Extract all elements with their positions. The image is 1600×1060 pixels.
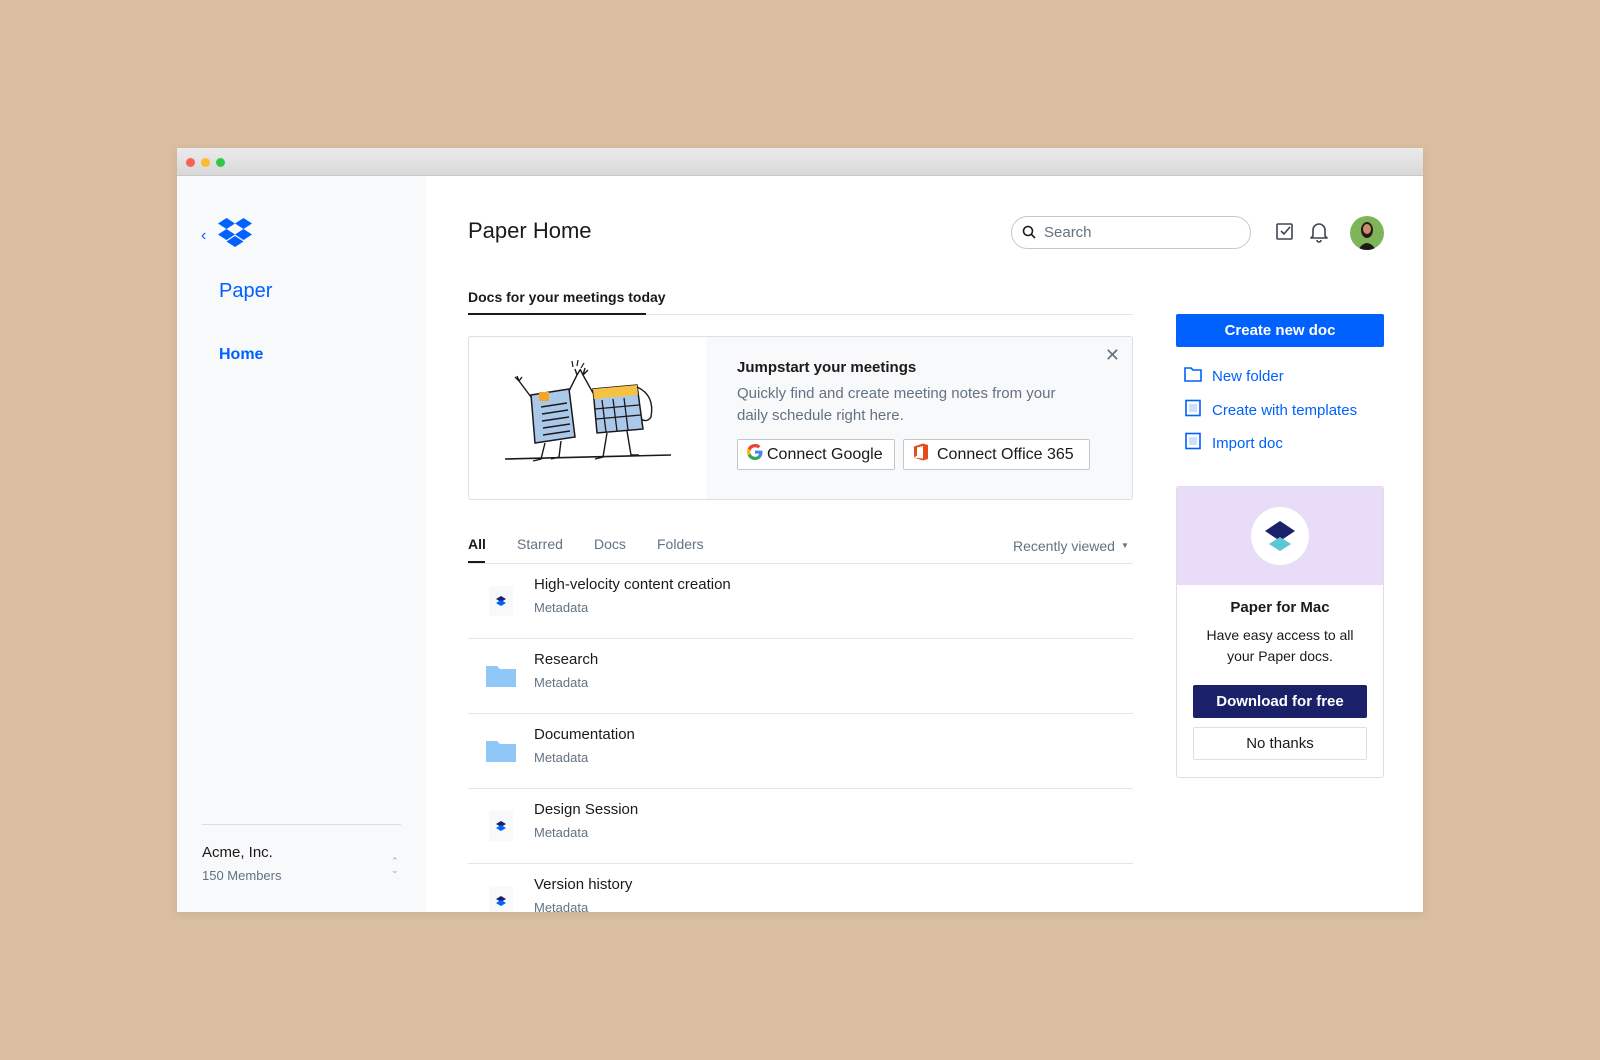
sort-dropdown[interactable]: Recently viewed ▼ bbox=[1013, 538, 1129, 554]
sort-label: Recently viewed bbox=[1013, 538, 1115, 554]
tab-starred[interactable]: Starred bbox=[517, 536, 563, 552]
file-meta: Metadata bbox=[534, 675, 589, 690]
mac-card-banner bbox=[1177, 487, 1383, 585]
new-folder-link[interactable]: New folder bbox=[1184, 366, 1284, 386]
chevron-left-icon[interactable]: ‹ bbox=[201, 227, 206, 245]
file-name: Documentation bbox=[534, 726, 635, 743]
create-with-templates-link[interactable]: Create with templates bbox=[1184, 399, 1357, 421]
tab-folders[interactable]: Folders bbox=[657, 536, 704, 552]
tab-docs[interactable]: Docs bbox=[594, 536, 626, 552]
file-name: High-velocity content creation bbox=[534, 576, 731, 593]
mac-card-title: Paper for Mac bbox=[1230, 599, 1330, 616]
list-item[interactable]: Version history Metadata bbox=[468, 864, 1133, 912]
list-item[interactable]: Research Metadata bbox=[468, 639, 1133, 714]
file-meta: Metadata bbox=[534, 825, 589, 840]
search-icon bbox=[1022, 225, 1036, 244]
file-name: Design Session bbox=[534, 801, 639, 818]
paper-for-mac-card: Paper for Mac Have easy access to all yo… bbox=[1176, 486, 1384, 778]
app-window: ‹ Paper Home Acme, Inc. 150 Members ⌃ ⌄ P… bbox=[177, 148, 1423, 912]
folder-icon bbox=[484, 659, 518, 693]
file-meta: Metadata bbox=[534, 600, 589, 615]
close-icon[interactable]: ✕ bbox=[1105, 345, 1120, 366]
connect-office-button[interactable]: Connect Office 365 bbox=[903, 439, 1090, 470]
tab-meetings-today[interactable]: Docs for your meetings today bbox=[468, 289, 666, 305]
meetings-illustration bbox=[469, 337, 706, 499]
template-icon bbox=[1184, 399, 1212, 421]
connect-office-label: Connect Office 365 bbox=[937, 445, 1074, 463]
connect-google-button[interactable]: Connect Google bbox=[737, 439, 895, 470]
section-tab-indicator bbox=[468, 313, 646, 315]
dropbox-logo-icon[interactable] bbox=[218, 218, 252, 253]
page-title: Paper Home bbox=[468, 218, 592, 243]
avatar[interactable] bbox=[1350, 216, 1384, 250]
search-input[interactable] bbox=[1044, 219, 1239, 246]
file-list: High-velocity content creation Metadata … bbox=[468, 564, 1133, 912]
checkbox-icon[interactable] bbox=[1275, 221, 1295, 246]
import-icon bbox=[1184, 432, 1212, 454]
close-window-button[interactable] bbox=[186, 158, 195, 167]
search-box[interactable] bbox=[1011, 216, 1251, 249]
promo-body: Quickly find and create meeting notes fr… bbox=[737, 385, 1056, 424]
sidebar-item-home[interactable]: Home bbox=[219, 346, 263, 364]
google-icon bbox=[747, 444, 767, 465]
file-name: Research bbox=[534, 651, 599, 668]
file-meta: Metadata bbox=[534, 900, 589, 912]
window-titlebar bbox=[177, 148, 1423, 176]
list-item[interactable]: Documentation Metadata bbox=[468, 714, 1133, 789]
import-doc-label: Import doc bbox=[1212, 434, 1283, 452]
doc-icon bbox=[484, 809, 518, 843]
new-folder-label: New folder bbox=[1212, 367, 1284, 385]
download-for-free-button[interactable]: Download for free bbox=[1193, 685, 1367, 718]
folder-outline-icon bbox=[1184, 366, 1212, 386]
no-thanks-button[interactable]: No thanks bbox=[1193, 727, 1367, 760]
bell-icon[interactable] bbox=[1309, 221, 1329, 248]
create-with-templates-label: Create with templates bbox=[1212, 401, 1358, 419]
list-item[interactable]: High-velocity content creation Metadata bbox=[468, 564, 1133, 639]
create-new-doc-button[interactable]: Create new doc bbox=[1176, 314, 1384, 347]
import-doc-link[interactable]: Import doc bbox=[1184, 432, 1283, 454]
doc-icon bbox=[484, 884, 518, 912]
connect-google-label: Connect Google bbox=[767, 445, 883, 463]
sidebar-app-name[interactable]: Paper bbox=[219, 280, 272, 303]
sidebar: ‹ Paper Home Acme, Inc. 150 Members ⌃ ⌄ bbox=[177, 176, 426, 912]
promo-title: Jumpstart your meetings bbox=[737, 359, 917, 376]
team-name[interactable]: Acme, Inc. bbox=[202, 844, 273, 861]
file-name: Version history bbox=[534, 876, 633, 893]
team-members-count: 150 Members bbox=[202, 868, 282, 883]
sidebar-divider bbox=[202, 824, 401, 825]
meetings-promo-card: ✕ Jumpstart your meetings Quickly find a… bbox=[468, 336, 1133, 500]
chevron-updown-icon[interactable]: ⌃ ⌄ bbox=[391, 857, 399, 875]
mac-card-body: Have easy access to all your Paper docs. bbox=[1206, 627, 1354, 664]
list-item[interactable]: Design Session Metadata bbox=[468, 789, 1133, 864]
tab-all[interactable]: All bbox=[468, 536, 486, 552]
caret-down-icon: ▼ bbox=[1120, 541, 1129, 550]
office-icon bbox=[913, 443, 937, 466]
maximize-window-button[interactable] bbox=[216, 158, 225, 167]
paper-logo-icon bbox=[1251, 507, 1309, 565]
file-meta: Metadata bbox=[534, 750, 589, 765]
folder-icon bbox=[484, 734, 518, 768]
doc-icon bbox=[484, 584, 518, 618]
main-content: Paper Home Docs for your meetings today bbox=[426, 176, 1423, 912]
minimize-window-button[interactable] bbox=[201, 158, 210, 167]
